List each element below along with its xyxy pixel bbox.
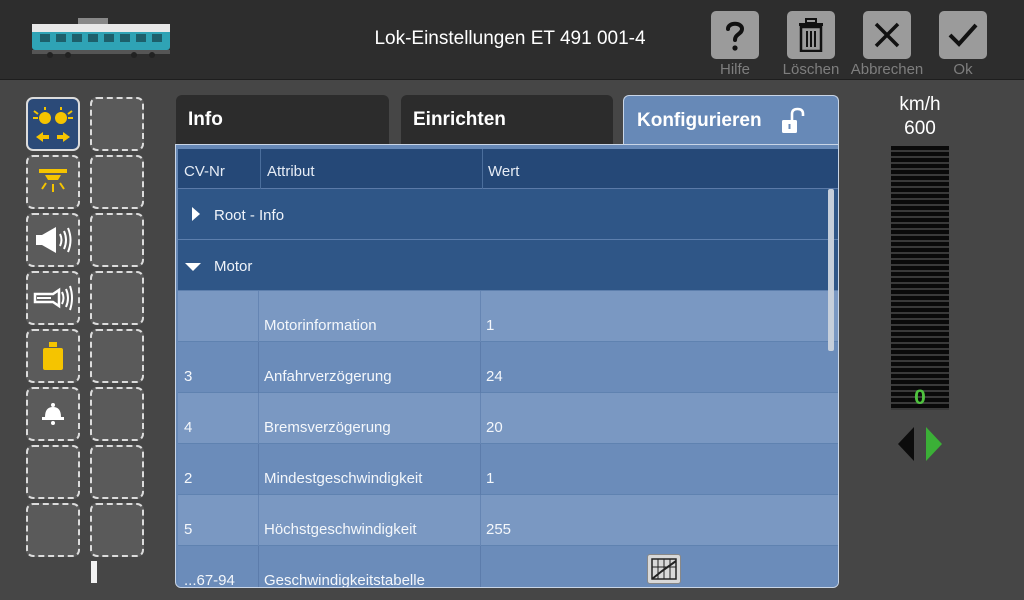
speed-table-button[interactable] <box>647 554 681 584</box>
tab-info-label: Info <box>188 109 223 130</box>
direction-reverse-icon[interactable] <box>896 426 916 462</box>
cell-cv: 5 <box>184 521 193 538</box>
function-scroll-indicator[interactable] <box>91 561 97 583</box>
current-speed: 0 <box>914 386 926 409</box>
locomotive-image <box>32 18 170 58</box>
cell-attribut: Bremsverzögerung <box>264 419 391 436</box>
tab-konfigurieren[interactable]: Konfigurieren <box>623 95 839 145</box>
cancel-button-label: Abbrechen <box>850 61 924 78</box>
help-button-label: Hilfe <box>719 61 750 78</box>
speed-unit: km/h <box>899 94 941 115</box>
expand-right-icon <box>192 207 200 221</box>
cell-wert: 24 <box>486 368 503 385</box>
cell-wert: 255 <box>486 521 512 538</box>
whistle-sound-icon <box>33 285 73 311</box>
cell-cv: 4 <box>184 419 193 436</box>
speed-curve-icon <box>651 558 677 580</box>
function-interior-light-button[interactable] <box>26 155 80 209</box>
function-empty-button[interactable] <box>90 387 144 441</box>
cell-attribut: Motorinformation <box>264 317 377 334</box>
direction-forward-icon[interactable] <box>924 426 944 462</box>
function-empty-button[interactable] <box>90 271 144 325</box>
question-icon <box>726 21 745 51</box>
header-bar: Lok-Einstellungen ET 491 001-4 Hilfe Lös… <box>0 0 1024 80</box>
group-label: Root - Info <box>214 207 285 224</box>
function-empty-button[interactable] <box>90 445 144 499</box>
cell-wert: 20 <box>486 419 503 436</box>
config-table: CV-Nr Attribut Wert Root - Info Motor Mo… <box>175 144 839 588</box>
trash-icon <box>799 18 823 52</box>
delete-button[interactable] <box>787 11 835 59</box>
function-empty-button[interactable] <box>90 503 144 557</box>
unlock-icon[interactable] <box>780 107 806 135</box>
column-cv-nr: CV-Nr <box>184 163 225 180</box>
table-row[interactable]: 3 Anfahrverzögerung 24 <box>178 342 838 393</box>
function-horn-sound-button[interactable] <box>26 213 80 267</box>
cell-attribut: Höchstgeschwindigkeit <box>264 521 417 538</box>
function-empty-button[interactable] <box>90 155 144 209</box>
table-row[interactable]: 5 Höchstgeschwindigkeit 255 <box>178 495 838 546</box>
cell-cv: 3 <box>184 368 193 385</box>
interior-light-icon <box>39 169 67 192</box>
function-whistle-sound-button[interactable] <box>26 271 80 325</box>
function-empty-button[interactable] <box>90 213 144 267</box>
function-weight-button[interactable] <box>26 329 80 383</box>
cell-attribut: Anfahrverzögerung <box>264 368 392 385</box>
table-row[interactable]: 2 Mindestgeschwindigkeit 1 <box>178 444 838 495</box>
tab-einrichten-label: Einrichten <box>413 109 506 130</box>
check-icon <box>948 23 978 47</box>
help-button[interactable] <box>711 11 759 59</box>
cell-cv: 2 <box>184 470 193 487</box>
collapse-down-icon <box>185 263 201 271</box>
cell-wert: 1 <box>486 317 495 334</box>
function-empty-button[interactable] <box>26 445 80 499</box>
tab-einrichten[interactable]: Einrichten <box>401 95 613 145</box>
bell-icon <box>42 403 64 425</box>
ok-button[interactable] <box>939 11 987 59</box>
table-row[interactable]: Motorinformation 1 <box>178 291 838 342</box>
delete-button-label: Löschen <box>782 61 840 78</box>
table-row[interactable]: ...67-94 Geschwindigkeitstabelle <box>178 546 838 588</box>
column-wert: Wert <box>488 163 520 180</box>
speed-slider[interactable] <box>891 146 949 410</box>
column-attribut: Attribut <box>267 163 315 180</box>
weight-icon <box>43 342 63 370</box>
horn-sound-icon <box>36 227 72 253</box>
cell-cv: ...67-94 <box>184 572 235 588</box>
cell-attribut: Geschwindigkeitstabelle <box>264 572 425 588</box>
close-icon <box>874 22 900 48</box>
max-speed: 600 <box>904 118 936 139</box>
function-bell-button[interactable] <box>26 387 80 441</box>
table-scrollbar[interactable] <box>828 189 834 351</box>
headlights-icon <box>33 107 73 142</box>
cancel-button[interactable] <box>863 11 911 59</box>
function-empty-button[interactable] <box>26 503 80 557</box>
page-title: Lok-Einstellungen ET 491 001-4 <box>374 28 646 49</box>
function-empty-button[interactable] <box>90 97 144 151</box>
table-header: CV-Nr Attribut Wert <box>178 149 838 189</box>
function-empty-button[interactable] <box>90 329 144 383</box>
group-row-root-info[interactable]: Root - Info <box>178 189 838 240</box>
group-row-motor[interactable]: Motor <box>178 240 838 291</box>
group-label: Motor <box>214 258 253 275</box>
function-headlights-button[interactable] <box>26 97 80 151</box>
tab-konfigurieren-label: Konfigurieren <box>637 110 762 131</box>
ok-button-label: Ok <box>953 61 973 78</box>
table-row[interactable]: 4 Bremsverzögerung 20 <box>178 393 838 444</box>
tab-info[interactable]: Info <box>176 95 389 145</box>
cell-attribut: Mindestgeschwindigkeit <box>264 470 423 487</box>
cell-wert: 1 <box>486 470 495 487</box>
